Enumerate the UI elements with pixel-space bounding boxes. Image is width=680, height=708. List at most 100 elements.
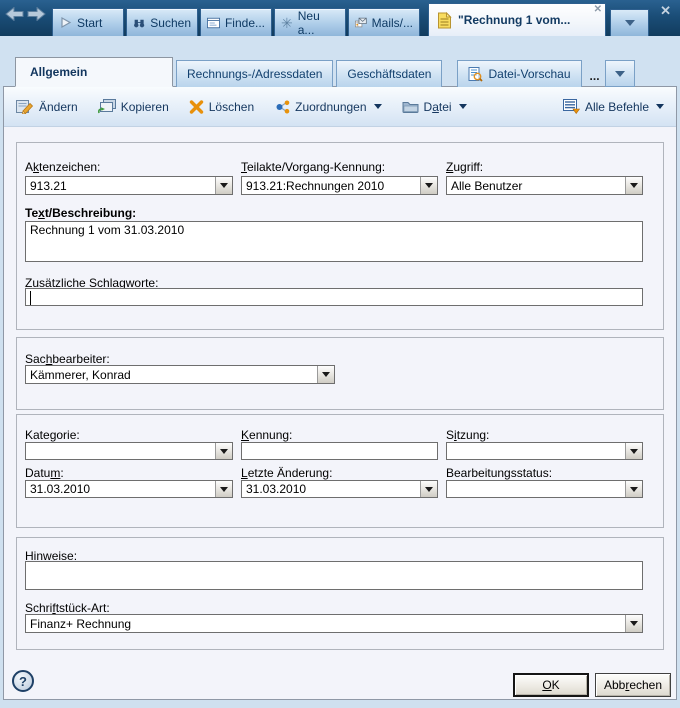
tab-overflow-ellipsis[interactable]: ... [590,69,600,83]
dropdown-arrow-button[interactable] [625,481,642,497]
titlebar-tab-row: Start Suchen Finde... ✳ Neu a... [52,3,649,36]
dropdown-arrow-button[interactable] [317,366,334,383]
window-close-icon[interactable]: ✕ [660,3,671,19]
chevron-down-icon [625,20,635,26]
aendern-button[interactable]: Ändern [16,99,78,114]
aktenzeichen-combobox[interactable] [25,176,233,195]
alle-befehle-button[interactable]: Alle Befehle [563,99,664,114]
dropdown-arrow-button[interactable] [625,443,642,459]
dropdown-arrow-button[interactable] [215,481,232,497]
kopieren-button[interactable]: Kopieren [98,99,169,114]
schriftstueck-art-input[interactable] [26,615,625,632]
schlagworte-field[interactable] [25,288,643,306]
chevron-down-icon [630,449,638,454]
ok-button[interactable]: OK [513,673,589,697]
aktenzeichen-input[interactable] [26,177,215,194]
toolbar-label: Zuordnungen [295,100,366,114]
hinweise-input[interactable] [26,562,642,589]
titlebar-tab-suchen[interactable]: Suchen [126,8,198,36]
dropdown-arrow-button[interactable] [215,443,232,459]
kennung-field[interactable] [241,442,438,460]
dropdown-arrow-button[interactable] [625,177,642,194]
zugriff-label: Zugriff: [446,160,483,174]
kategorie-combobox[interactable] [25,442,233,460]
application-window: Start Suchen Finde... ✳ Neu a... [0,0,680,708]
mail-calendar-icon [355,16,367,29]
toolbar-label: Ändern [39,100,78,114]
tab-geschaeftsdaten[interactable]: Geschäftsdaten [336,60,442,87]
titlebar-tab-active-document[interactable]: "Rechnung 1 vom... ✕ [428,3,606,36]
titlebar-tab-neu[interactable]: ✳ Neu a... [274,8,346,36]
datum-input[interactable] [26,481,215,497]
chevron-down-icon [630,621,638,626]
letzte-aenderung-input[interactable] [242,481,420,497]
dropdown-arrow-button[interactable] [420,177,437,194]
page-tabstrip: Allgemein Rechnungs-/Adressdaten Geschäf… [0,36,680,86]
delete-x-icon [189,100,204,114]
dropdown-arrow-button[interactable] [420,481,437,497]
kategorie-input[interactable] [26,443,215,459]
text-beschreibung-field[interactable]: Rechnung 1 vom 31.03.2010 [25,221,643,262]
hinweise-field[interactable] [25,561,643,590]
sachbearbeiter-combobox[interactable] [25,365,335,384]
aktenzeichen-label: Aktenzeichen: [25,160,100,174]
tab-allgemein[interactable]: Allgemein [15,57,173,87]
tab-label: Allgemein [30,65,87,79]
zugriff-combobox[interactable] [446,176,643,195]
chevron-down-icon [220,183,228,188]
links-molecule-icon [274,100,290,114]
chevron-down-icon [220,449,228,454]
text-beschreibung-textarea[interactable]: Rechnung 1 vom 31.03.2010 [26,222,642,261]
chevron-down-icon [459,104,467,109]
play-icon [59,16,72,29]
titlebar-tab-mails[interactable]: Mails/... [348,8,420,36]
bearbeitungsstatus-combobox[interactable] [446,480,643,498]
tab-label: Geschäftsdaten [347,67,431,81]
schriftstueck-art-combobox[interactable] [25,614,643,633]
schlagworte-input[interactable] [26,289,642,305]
file-preview-icon [468,67,483,82]
datei-button[interactable]: Datei [402,100,467,114]
tab-label: Rechnungs-/Adressdaten [187,67,322,81]
schriftstueck-art-label: Schriftstück-Art: [25,601,110,615]
teilakte-label: Teilakte/Vorgang-Kennung: [241,160,385,174]
kennung-input[interactable] [242,443,437,459]
tab-rechnungs-adressdaten[interactable]: Rechnungs-/Adressdaten [176,60,333,87]
chevron-down-icon [322,372,330,377]
toolbar-label: Kopieren [121,100,169,114]
titlebar-tab-label: Finde... [225,16,265,30]
tabstrip-dropdown-button[interactable] [605,60,635,87]
back-arrow-icon[interactable] [5,7,24,21]
dialog-panel: Ändern Kopieren Löschen [3,86,677,700]
zuordnungen-button[interactable]: Zuordnungen [274,100,381,114]
datum-combobox[interactable] [25,480,233,498]
titlebar-tab-start[interactable]: Start [52,8,124,36]
group-sachbearbeiter: Sachbearbeiter: [16,337,664,410]
new-starburst-icon: ✳ [281,16,293,30]
letzte-aenderung-combobox[interactable] [241,480,438,498]
sachbearbeiter-input[interactable] [26,366,317,383]
command-list-icon [563,99,580,114]
sitzung-combobox[interactable] [446,442,643,460]
tab-overflow-dropdown-button[interactable] [610,9,649,36]
group-metadaten: Kategorie: Kennung: Sitzung: Datum: [16,414,664,528]
forward-arrow-icon[interactable] [27,7,46,21]
titlebar-tab-label: Mails/... [372,16,413,30]
datum-label: Datum: [25,466,64,480]
teilakte-combobox[interactable] [241,176,438,195]
zugriff-input[interactable] [447,177,625,194]
group-hinweise: Hinweise: Schriftstück-Art: [16,537,664,650]
tab-close-icon[interactable]: ✕ [594,5,602,15]
dropdown-arrow-button[interactable] [625,615,642,632]
tab-datei-vorschau[interactable]: Datei-Vorschau [457,60,581,87]
help-icon[interactable]: ? [12,670,34,692]
copy-icon [98,99,116,114]
loeschen-button[interactable]: Löschen [189,100,254,114]
sitzung-input[interactable] [447,443,625,459]
teilakte-input[interactable] [242,177,420,194]
titlebar-tab-finde[interactable]: Finde... [200,8,272,36]
bearbeitungsstatus-input[interactable] [447,481,625,497]
binoculars-icon [133,17,145,29]
abbrechen-button[interactable]: Abbrechen [595,673,671,697]
dropdown-arrow-button[interactable] [215,177,232,194]
